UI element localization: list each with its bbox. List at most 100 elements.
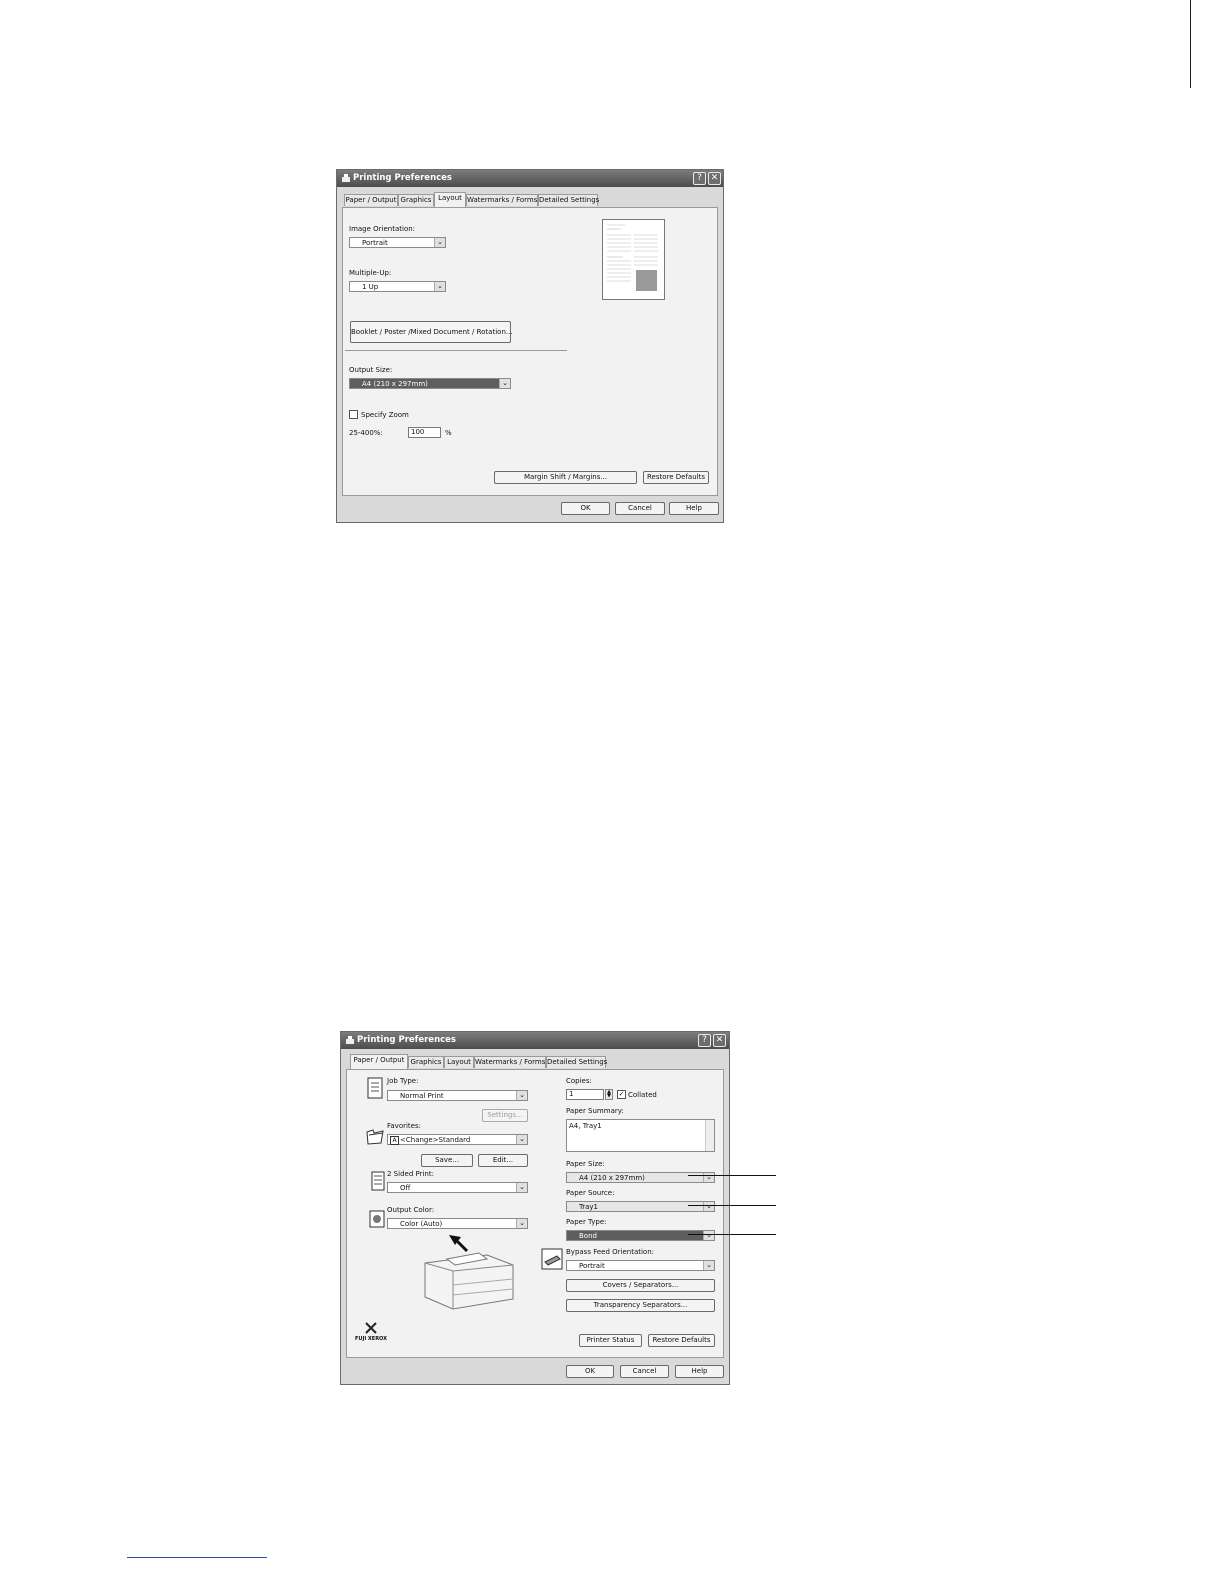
printer-app-icon <box>342 174 350 182</box>
tab-detailed-settings[interactable]: Detailed Settings <box>546 1056 607 1068</box>
zoom-unit: % <box>445 429 452 437</box>
help-button[interactable]: Help <box>669 502 719 515</box>
paper-source-select[interactable]: Tray1 ⌄ <box>566 1201 715 1212</box>
paper-size-label: Paper Size: <box>566 1160 605 1168</box>
zoom-range-label: 25-400%: <box>349 429 383 437</box>
two-sided-select[interactable]: Off ⌄ <box>387 1182 528 1193</box>
chevron-down-icon: ⌄ <box>703 1231 714 1240</box>
chevron-down-icon: ⌄ <box>434 282 445 291</box>
layout-panel: Image Orientation: Portrait ⌄ Multiple-U… <box>342 207 718 496</box>
save-button[interactable]: Save... <box>421 1154 473 1167</box>
cancel-button[interactable]: Cancel <box>620 1365 669 1378</box>
chevron-down-icon: ⌄ <box>516 1091 527 1100</box>
tab-paper-output[interactable]: Paper / Output <box>350 1054 408 1069</box>
printing-preferences-dialog-layout: Printing Preferences ? ✕ Paper / Output … <box>336 169 724 523</box>
ok-button[interactable]: OK <box>561 502 610 515</box>
paper-source-label: Paper Source: <box>566 1189 615 1197</box>
edit-button[interactable]: Edit... <box>478 1154 528 1167</box>
restore-defaults-button[interactable]: Restore Defaults <box>643 471 709 484</box>
multiple-up-label: Multiple-Up: <box>349 269 392 277</box>
help-title-button[interactable]: ? <box>698 1034 711 1047</box>
tab-paper-output[interactable]: Paper / Output <box>344 194 398 206</box>
printer-status-button[interactable]: Printer Status <box>579 1334 642 1347</box>
bypass-orientation-label: Bypass Feed Orientation: <box>566 1248 654 1256</box>
printer-illustration <box>424 1235 514 1310</box>
favorites-label: Favorites: <box>387 1122 421 1130</box>
tab-detailed-settings[interactable]: Detailed Settings <box>538 194 599 206</box>
cancel-button[interactable]: Cancel <box>615 502 665 515</box>
dialog-title: Printing Preferences <box>357 1035 456 1045</box>
output-color-label: Output Color: <box>387 1206 435 1214</box>
specify-zoom-label: Specify Zoom <box>361 411 409 419</box>
bypass-tray-icon <box>541 1248 563 1270</box>
specify-zoom-checkbox[interactable] <box>349 410 358 419</box>
page-preview <box>602 219 665 300</box>
restore-defaults-button[interactable]: Restore Defaults <box>648 1334 715 1347</box>
title-bar[interactable]: Printing Preferences ? ✕ <box>341 1032 729 1049</box>
paper-summary-text: A4, Tray1 <box>569 1122 602 1130</box>
chevron-down-icon: ⌄ <box>516 1183 527 1192</box>
two-sided-icon <box>371 1171 385 1191</box>
image-orientation-label: Image Orientation: <box>349 225 416 233</box>
chevron-down-icon: ⌄ <box>703 1202 714 1211</box>
paper-type-select[interactable]: Bond ⌄ <box>566 1230 715 1241</box>
page-preview-thumbnail <box>607 224 658 291</box>
job-type-label: Job Type: <box>387 1077 419 1085</box>
two-sided-label: 2 Sided Print: <box>387 1170 434 1178</box>
job-type-select[interactable]: Normal Print ⌄ <box>387 1090 528 1101</box>
favorites-badge: A <box>390 1136 399 1145</box>
chevron-down-icon: ⌄ <box>516 1219 527 1228</box>
ok-button[interactable]: OK <box>566 1365 614 1378</box>
job-type-icon <box>367 1077 383 1099</box>
close-title-button[interactable]: ✕ <box>713 1034 726 1047</box>
callout-line-paper-type <box>688 1234 776 1235</box>
chevron-down-icon: ⌄ <box>499 379 510 388</box>
margin-shift-button[interactable]: Margin Shift / Margins... <box>494 471 637 484</box>
multiple-up-select[interactable]: 1 Up ⌄ <box>349 281 446 292</box>
copies-spinner[interactable]: ▲ ▼ <box>605 1089 613 1100</box>
title-bar[interactable]: Printing Preferences ? ✕ <box>337 170 723 187</box>
output-size-label: Output Size: <box>349 366 393 374</box>
output-color-icon <box>369 1210 385 1228</box>
tab-layout[interactable]: Layout <box>434 192 466 207</box>
fuji-xerox-logo-text: FUJI XEROX <box>355 1336 387 1342</box>
printing-preferences-dialog-paper-output: Printing Preferences ? ✕ Paper / Output … <box>340 1031 730 1385</box>
chevron-down-icon: ⌄ <box>703 1261 714 1270</box>
callout-line-paper-source <box>688 1205 776 1206</box>
bypass-orientation-select[interactable]: Portrait ⌄ <box>566 1260 715 1271</box>
output-size-select[interactable]: A4 (210 x 297mm) ⌄ <box>349 378 511 389</box>
transparency-separators-button[interactable]: Transparency Separators... <box>566 1299 715 1312</box>
favorites-folder-icon <box>366 1129 384 1145</box>
paper-summary-scrollbar[interactable] <box>705 1120 714 1151</box>
paper-output-panel: Job Type: Normal Print ⌄ Settings... Fav… <box>346 1069 724 1358</box>
collated-label: Collated <box>628 1091 657 1099</box>
footer-link-underline[interactable] <box>127 1557 267 1558</box>
close-title-button[interactable]: ✕ <box>708 172 721 185</box>
tab-graphics[interactable]: Graphics <box>408 1056 444 1068</box>
tab-graphics[interactable]: Graphics <box>398 194 434 206</box>
collated-checkbox[interactable]: ✓ <box>617 1090 626 1099</box>
covers-separators-button[interactable]: Covers / Separators... <box>566 1279 715 1292</box>
zoom-input[interactable]: 100 <box>408 427 441 438</box>
favorites-select[interactable]: A <Change>Standard ⌄ <box>387 1134 528 1145</box>
fuji-xerox-logo <box>365 1322 377 1334</box>
help-title-button[interactable]: ? <box>693 172 706 185</box>
margin-rule <box>1190 0 1191 88</box>
copies-label: Copies: <box>566 1077 592 1085</box>
paper-type-label: Paper Type: <box>566 1218 607 1226</box>
settings-button[interactable]: Settings... <box>482 1109 528 1122</box>
copies-input[interactable]: 1 <box>566 1089 604 1100</box>
tab-watermarks-forms[interactable]: Watermarks / Forms <box>474 1056 546 1068</box>
paper-summary-box: A4, Tray1 <box>566 1119 715 1152</box>
tab-watermarks-forms[interactable]: Watermarks / Forms <box>466 194 538 206</box>
callout-line-paper-size <box>688 1175 776 1176</box>
paper-size-select[interactable]: A4 (210 x 297mm) ⌄ <box>566 1172 715 1183</box>
chevron-down-icon: ⌄ <box>516 1135 527 1144</box>
image-orientation-select[interactable]: Portrait ⌄ <box>349 237 446 248</box>
help-button[interactable]: Help <box>675 1365 724 1378</box>
section-divider <box>345 350 567 351</box>
tab-layout[interactable]: Layout <box>444 1056 474 1068</box>
printer-app-icon <box>346 1036 354 1044</box>
booklet-poster-button[interactable]: Booklet / Poster /Mixed Document / Rotat… <box>350 321 513 343</box>
output-color-select[interactable]: Color (Auto) ⌄ <box>387 1218 528 1229</box>
